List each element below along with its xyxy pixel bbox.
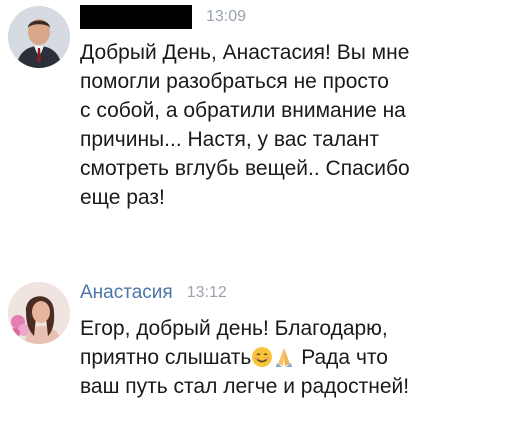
- message-line: причины... Настя, у вас талант: [80, 128, 379, 151]
- message-line: Добрый День, Анастасия! Вы мне: [80, 41, 410, 64]
- folded-hands-icon: [273, 346, 295, 368]
- avatar[interactable]: [8, 6, 70, 68]
- redacted-author-name: [80, 5, 192, 29]
- author-name[interactable]: Анастасия: [80, 282, 173, 304]
- message-line: ваш путь стал легче и радостней!: [80, 375, 410, 398]
- avatar[interactable]: [8, 282, 70, 344]
- message-time: 13:12: [186, 284, 227, 301]
- message-time: 13:09: [206, 8, 247, 25]
- message-item: Анастасия 13:12 Егор, добрый день! Благо…: [0, 262, 520, 446]
- message-fragment: Рада что: [295, 346, 388, 369]
- message-header: 13:09: [80, 2, 246, 32]
- message-header: Анастасия 13:12: [80, 278, 227, 308]
- smiling-face-icon: [251, 346, 273, 368]
- man-portrait-icon: [8, 6, 70, 68]
- message-line: приятно слышать Рада что: [80, 343, 510, 372]
- message-text: Егор, добрый день! Благодарю, приятно сл…: [80, 314, 510, 401]
- message-line: еще раз!: [80, 186, 165, 209]
- message-line: Егор, добрый день! Благодарю,: [80, 317, 388, 340]
- message-fragment: приятно слышать: [80, 346, 252, 369]
- woman-portrait-icon: [8, 282, 70, 344]
- message-line: помогли разобраться не просто: [80, 70, 389, 93]
- message-line: смотреть вглубь вещей.. Спасибо: [80, 157, 410, 180]
- message-line: с собой, а обратили внимание на: [80, 99, 406, 122]
- message-text: Добрый День, Анастасия! Вы мне помогли р…: [80, 38, 510, 212]
- message-item: 13:09 Добрый День, Анастасия! Вы мне пом…: [0, 0, 520, 250]
